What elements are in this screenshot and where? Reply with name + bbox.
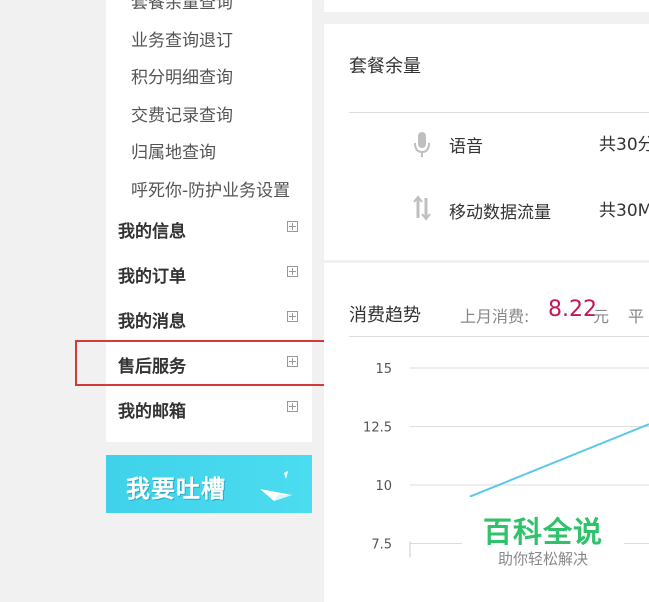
watermark-title: 百科全说 <box>482 515 603 549</box>
last-month-label: 上月消费: <box>460 307 530 326</box>
sidebar-item-payment-records[interactable]: 交费记录查询 <box>131 101 233 126</box>
package-data-value: 共30M <box>599 201 649 221</box>
expand-plus-icon[interactable] <box>287 311 298 322</box>
sidebar-item-package-balance[interactable]: 套餐余量查询 <box>131 0 233 13</box>
sidebar-item-points-detail[interactable]: 积分明细查询 <box>131 63 233 88</box>
expand-plus-icon[interactable] <box>287 221 298 232</box>
last-month-unit: 元 <box>593 307 610 326</box>
sidebar-item-location-query[interactable]: 归属地查询 <box>131 138 216 163</box>
chart-series-line <box>469 423 649 498</box>
package-voice-value: 共30分 <box>599 135 649 155</box>
package-title: 套餐余量 <box>349 56 421 77</box>
package-divider <box>349 112 649 113</box>
feedback-banner[interactable]: 我要吐槽 <box>106 455 312 513</box>
sidebar-section-my-orders[interactable]: 我的订单 <box>118 262 186 287</box>
feedback-label: 我要吐槽 <box>126 475 226 503</box>
trend-title: 消费趋势 <box>349 305 421 326</box>
sidebar-item-harassment-protection[interactable]: 呼死你-防护业务设置 <box>131 176 290 201</box>
sidebar-section-my-info[interactable]: 我的信息 <box>118 217 186 242</box>
chart-y-tick-label: 12.5 <box>363 421 392 436</box>
sidebar-section-my-mailbox[interactable]: 我的邮箱 <box>118 397 186 422</box>
chart-y-tick-label: 10 <box>375 479 392 494</box>
chart-y-tick-label: 7.5 <box>371 538 392 553</box>
watermark-subtitle: 助你轻松解决 <box>497 550 588 568</box>
highlight-box <box>75 340 345 386</box>
paper-plane-icon <box>260 471 292 501</box>
expand-plus-icon[interactable] <box>287 401 298 412</box>
package-panel: 套餐余量 语音 共30分 移动数据流量 共30M <box>324 24 649 260</box>
last-month-amount: 8.22 <box>548 297 597 322</box>
package-data-label: 移动数据流量 <box>449 203 551 223</box>
expand-plus-icon[interactable] <box>287 266 298 277</box>
sidebar-section-my-messages[interactable]: 我的消息 <box>118 307 186 332</box>
watermark-logo: 百科全说 助你轻松解决 <box>462 497 624 575</box>
chart-y-tick-label: 15 <box>375 362 392 377</box>
data-transfer-icon <box>413 195 431 221</box>
package-voice-label: 语音 <box>449 137 483 157</box>
sidebar-item-business-unsubscribe[interactable]: 业务查询退订 <box>131 26 233 51</box>
trend-divider <box>349 336 649 337</box>
microphone-icon <box>414 132 430 157</box>
top-panel <box>324 0 649 12</box>
average-label: 平 <box>628 307 645 326</box>
